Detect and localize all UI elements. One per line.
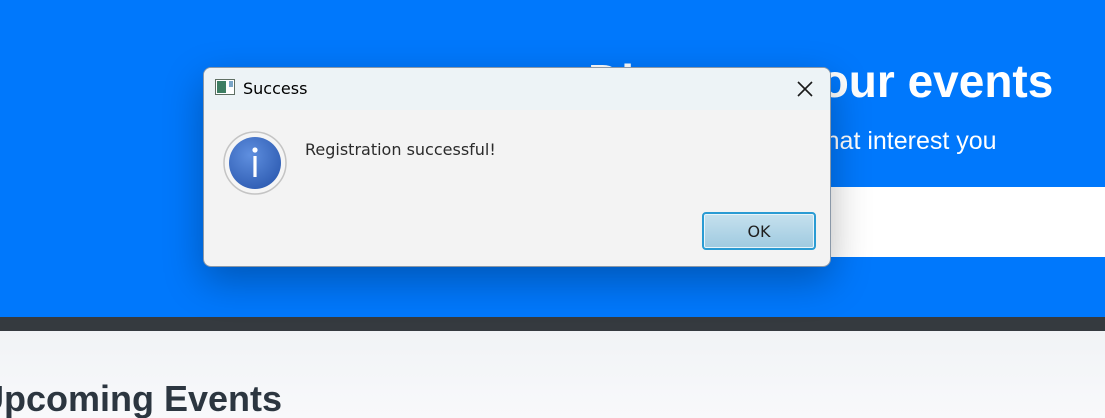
- dialog-message: Registration successful!: [305, 140, 496, 159]
- java-app-icon: [215, 79, 235, 95]
- section-title: Upcoming Events: [0, 378, 283, 418]
- close-button[interactable]: [780, 68, 830, 110]
- divider-bar: [0, 317, 1105, 331]
- page: Discover your events Find and join event…: [0, 0, 1105, 418]
- dialog-titlebar: Success: [204, 68, 830, 110]
- ok-button[interactable]: OK: [702, 212, 816, 250]
- success-dialog: Success Registration successful! OK: [203, 67, 831, 267]
- info-icon: [222, 130, 288, 196]
- events-section: Upcoming Events: [0, 331, 1105, 418]
- dialog-title: Success: [243, 79, 308, 98]
- close-icon: [797, 81, 813, 97]
